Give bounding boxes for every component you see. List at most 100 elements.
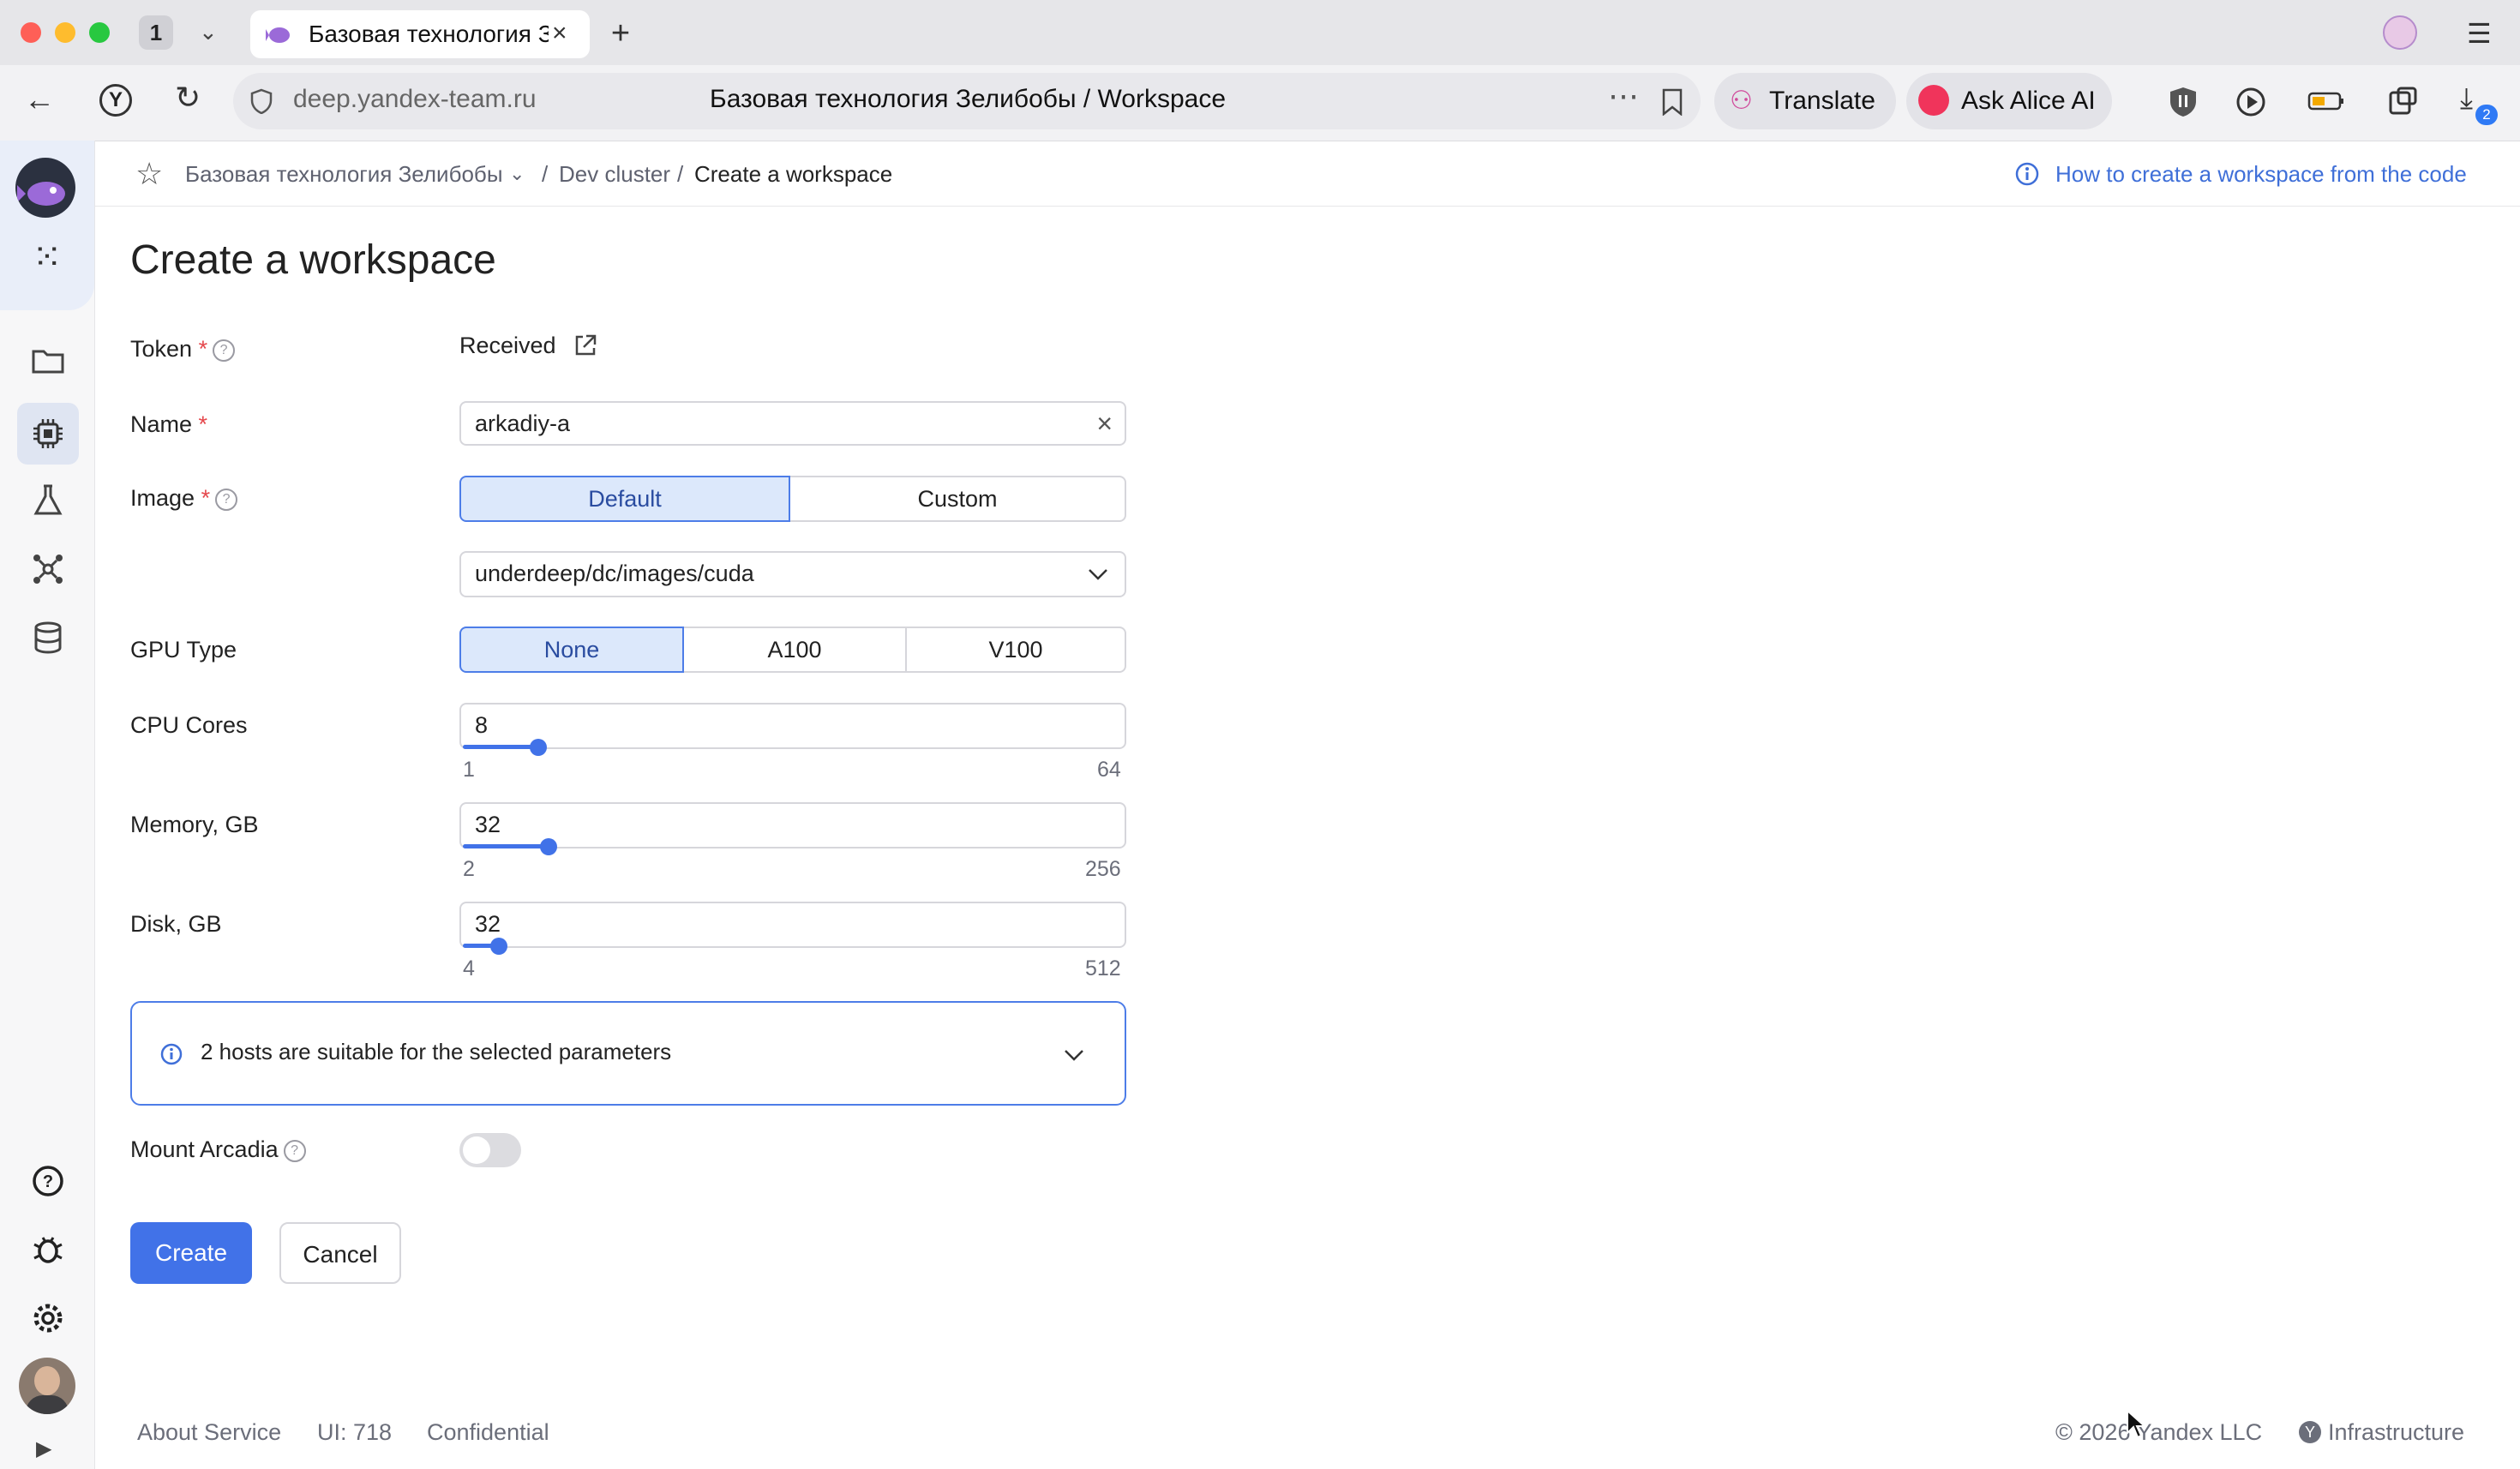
clear-icon[interactable]: × bbox=[1096, 403, 1113, 444]
cpu-slider-track bbox=[463, 745, 540, 749]
reload-icon[interactable]: ↻ bbox=[175, 82, 201, 113]
settings-gear-icon[interactable] bbox=[31, 1301, 65, 1335]
about-service-link[interactable]: About Service bbox=[137, 1418, 281, 1447]
profile-avatar[interactable] bbox=[2383, 15, 2417, 50]
chevron-down-icon[interactable] bbox=[1063, 1047, 1085, 1063]
back-icon[interactable]: ← bbox=[24, 84, 55, 115]
mouse-cursor-icon bbox=[2127, 1409, 2147, 1439]
memory-value: 32 bbox=[475, 812, 501, 837]
create-button[interactable]: Create bbox=[130, 1222, 252, 1284]
tab-counter[interactable]: 1 bbox=[139, 15, 173, 50]
fish-favicon-icon bbox=[266, 27, 290, 43]
help-link[interactable]: How to create a workspace from the code bbox=[2055, 159, 2467, 189]
zoom-window-button[interactable] bbox=[89, 22, 110, 43]
hosts-info-panel[interactable]: 2 hosts are suitable for the selected pa… bbox=[130, 1001, 1126, 1106]
alice-label: Ask Alice AI bbox=[1961, 87, 2096, 115]
extensions-icon[interactable] bbox=[2388, 86, 2419, 117]
memory-slider-track bbox=[463, 844, 550, 848]
shield-icon bbox=[250, 88, 273, 114]
token-label: Token *? bbox=[130, 334, 236, 363]
gpu-option-none[interactable]: None bbox=[459, 627, 684, 673]
graph-nodes-icon[interactable] bbox=[31, 552, 65, 586]
database-icon[interactable] bbox=[33, 621, 63, 655]
cpu-slider-handle[interactable] bbox=[530, 739, 547, 756]
help-icon[interactable]: ? bbox=[283, 1139, 306, 1162]
chevron-down-icon[interactable]: ⌄ bbox=[199, 19, 218, 45]
chevron-down-icon bbox=[1089, 569, 1107, 580]
svg-text:?: ? bbox=[43, 1172, 53, 1191]
avatar[interactable] bbox=[19, 1358, 75, 1414]
alice-icon bbox=[1918, 85, 1949, 116]
bookmark-icon[interactable] bbox=[1661, 88, 1683, 116]
image-option-custom[interactable]: Custom bbox=[790, 476, 1126, 522]
minimize-window-button[interactable] bbox=[55, 22, 75, 43]
image-select[interactable]: underdeep/dc/images/cuda bbox=[459, 551, 1126, 597]
help-icon[interactable]: ? bbox=[215, 488, 238, 511]
url-text: deep.yandex-team.ru bbox=[293, 85, 537, 113]
translate-button[interactable]: ⚇ Translate bbox=[1714, 73, 1896, 129]
disk-min: 4 bbox=[463, 956, 475, 980]
close-window-button[interactable] bbox=[21, 22, 41, 43]
sidebar-item-compute[interactable] bbox=[17, 403, 79, 465]
disk-label: Disk, GB bbox=[130, 911, 222, 937]
help-icon[interactable]: ? bbox=[31, 1164, 65, 1198]
close-tab-icon[interactable]: × bbox=[552, 19, 567, 48]
disk-input[interactable]: 32 bbox=[459, 902, 1126, 948]
memory-label: Memory, GB bbox=[130, 812, 259, 837]
address-bar[interactable]: deep.yandex-team.ru Базовая технология З… bbox=[233, 73, 1701, 129]
downloads-icon[interactable]: ⤓ bbox=[2460, 82, 2473, 116]
app-sidebar: ⁙ ? ▶ bbox=[0, 141, 95, 1469]
cpu-input[interactable]: 8 bbox=[459, 703, 1126, 749]
bug-icon[interactable] bbox=[31, 1232, 65, 1267]
fish-logo-icon bbox=[17, 182, 65, 206]
more-icon[interactable]: ⋯ bbox=[1608, 78, 1639, 114]
external-link-icon[interactable] bbox=[573, 333, 598, 358]
name-input-value: arkadiy-a bbox=[475, 411, 571, 436]
infrastructure-link[interactable]: Infrastructure bbox=[2328, 1418, 2464, 1447]
cancel-button[interactable]: Cancel bbox=[279, 1222, 401, 1284]
gpu-option-v100[interactable]: V100 bbox=[907, 627, 1126, 673]
expand-sidebar-icon[interactable]: ▶ bbox=[36, 1436, 51, 1461]
breadcrumb-current: Create a workspace bbox=[694, 161, 893, 187]
chip-icon bbox=[33, 419, 63, 448]
menu-icon[interactable]: ☰ bbox=[2467, 17, 2492, 50]
confidential-link[interactable]: Confidential bbox=[427, 1418, 549, 1447]
token-value: Received bbox=[459, 333, 556, 358]
adblock-shield-icon[interactable] bbox=[2169, 86, 2198, 118]
cpu-min: 1 bbox=[463, 758, 475, 782]
breadcrumb-cluster[interactable]: Dev cluster bbox=[559, 159, 670, 189]
name-input[interactable]: arkadiy-a × bbox=[459, 401, 1126, 446]
chevron-down-icon[interactable]: ⌄ bbox=[509, 159, 525, 189]
gpu-option-a100[interactable]: A100 bbox=[684, 627, 907, 673]
cpu-max: 64 bbox=[1097, 758, 1121, 782]
yandex-logo-icon[interactable]: Y bbox=[99, 84, 132, 117]
star-icon[interactable]: ☆ bbox=[135, 156, 163, 192]
apps-grid-icon[interactable]: ⁙ bbox=[26, 235, 69, 278]
media-play-icon[interactable] bbox=[2235, 86, 2270, 118]
image-option-default[interactable]: Default bbox=[459, 476, 790, 522]
battery-icon[interactable] bbox=[2307, 91, 2345, 111]
new-tab-icon[interactable]: + bbox=[603, 17, 638, 51]
page-title: Create a workspace bbox=[130, 237, 496, 283]
disk-max: 512 bbox=[1085, 956, 1121, 980]
downloads-badge: 2 bbox=[2475, 105, 2498, 125]
folder-icon[interactable] bbox=[31, 346, 65, 375]
app-logo[interactable] bbox=[15, 158, 75, 218]
help-icon[interactable]: ? bbox=[213, 339, 236, 362]
disk-slider-handle[interactable] bbox=[490, 938, 507, 955]
ui-version: UI: 718 bbox=[317, 1419, 393, 1445]
memory-input[interactable]: 32 bbox=[459, 802, 1126, 848]
info-icon bbox=[160, 1043, 183, 1065]
ask-alice-button[interactable]: Ask Alice AI bbox=[1906, 73, 2112, 129]
flask-icon[interactable] bbox=[33, 483, 63, 518]
gpu-label: GPU Type bbox=[130, 637, 237, 663]
breadcrumb-project[interactable]: Базовая технология Зелибобы bbox=[185, 159, 503, 189]
cpu-value: 8 bbox=[475, 712, 489, 738]
breadcrumb: ☆ Базовая технология Зелибобы ⌄ / Dev cl… bbox=[94, 141, 2520, 207]
tab-title: Базовая технология Зе bbox=[309, 21, 549, 47]
active-tab[interactable]: Базовая технология Зе × bbox=[250, 10, 590, 58]
mount-arcadia-toggle[interactable] bbox=[459, 1133, 521, 1167]
memory-min: 2 bbox=[463, 857, 475, 881]
memory-slider-handle[interactable] bbox=[540, 838, 557, 855]
breadcrumb-separator: / bbox=[542, 161, 549, 187]
